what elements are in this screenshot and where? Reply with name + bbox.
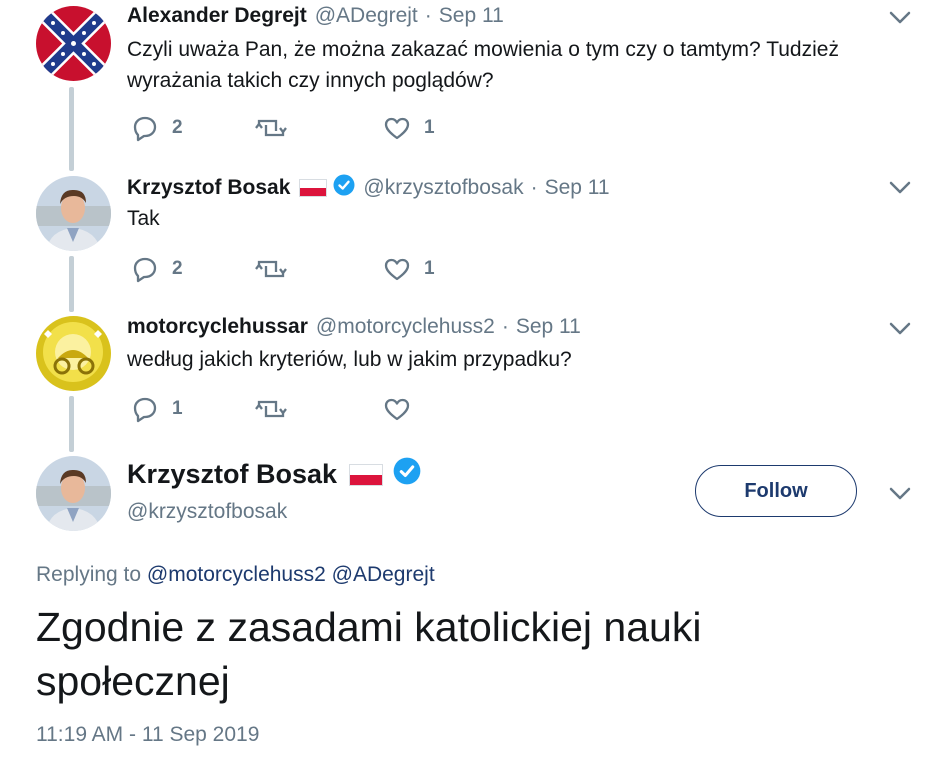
avatar-krzysztofbosak[interactable] [36,176,111,251]
separator-dot: · [530,176,538,199]
reply-icon [133,257,157,283]
chevron-down-icon[interactable] [888,10,912,31]
reply-count: 2 [172,258,183,279]
reply-icon [133,116,157,142]
author-handle[interactable]: @ADegrejt [315,4,418,28]
tweet-header: Alexander Degrejt @ADegrejt · Sep 11 [127,4,504,28]
person-photo-avatar [36,456,111,531]
retweet-button[interactable] [255,114,300,142]
retweet-icon [255,400,287,418]
replying-to-line: Replying to @motorcyclehuss2 @ADegrejt [36,563,435,587]
tweet-header: motorcyclehussar @motorcyclehuss2 · Sep … [127,315,581,339]
poland-flag-icon [299,179,328,197]
avatar-main-krzysztofbosak[interactable] [36,456,111,531]
tweet-text: Czyli uważa Pan, że można zakazać mowien… [127,38,839,92]
reply-button[interactable]: 2 [131,255,183,283]
like-button[interactable] [383,395,424,423]
poland-flag-icon [349,463,384,486]
separator-dot: · [501,315,509,338]
tweet-text: Tak [127,207,160,230]
author-handle[interactable]: @motorcyclehuss2 [316,315,495,339]
author-handle[interactable]: @krzysztofbosak [363,176,523,200]
retweet-icon [255,260,287,278]
main-tweet-timestamp[interactable]: 11:19 AM - 11 Sep 2019 [36,723,259,747]
verified-badge-icon [333,174,355,202]
confederate-flag-avatar [36,6,111,81]
person-photo-avatar [36,176,111,251]
reply-icon [133,397,157,423]
author-name[interactable]: Alexander Degrejt [127,4,307,28]
main-author-handle[interactable]: @krzysztofbosak [127,500,287,524]
like-count: 1 [424,117,435,138]
avatar-motorcyclehussar[interactable] [36,316,111,391]
author-name[interactable]: Krzysztof Bosak [127,176,290,200]
retweet-button[interactable] [255,395,300,423]
tweet-date[interactable]: Sep 11 [439,4,504,28]
reply-mention-motorcyclehuss2[interactable]: @motorcyclehuss2 [147,563,326,586]
chevron-down-icon[interactable] [888,486,912,507]
avatar-adegrejt[interactable] [36,6,111,81]
reply-button[interactable]: 2 [131,114,183,142]
tweet-date[interactable]: Sep 11 [516,315,581,339]
retweet-button[interactable] [255,255,300,283]
thread-line [69,396,74,452]
follow-button[interactable]: Follow [695,465,857,517]
tweet-text: według jakich kryteriów, lub w jakim prz… [127,348,572,371]
like-icon [384,398,410,421]
main-author-name[interactable]: Krzysztof Bosak [127,459,337,490]
like-icon [384,117,410,140]
chevron-down-icon[interactable] [888,321,912,342]
motorcycle-emblem-avatar [36,316,111,391]
author-name[interactable]: motorcyclehussar [127,315,308,339]
chevron-down-icon[interactable] [888,180,912,201]
separator-dot: · [424,4,432,27]
main-author-name-row: Krzysztof Bosak [127,457,421,492]
reply-count: 2 [172,117,183,138]
like-button[interactable]: 1 [383,114,435,142]
main-tweet-text: Zgodnie z zasadami katolickiej nauki spo… [36,604,702,704]
like-count: 1 [424,258,435,279]
like-button[interactable]: 1 [383,255,435,283]
thread-line [69,256,74,312]
reply-button[interactable]: 1 [131,395,183,423]
reply-count: 1 [172,398,183,419]
verified-badge-icon [393,457,421,492]
retweet-icon [255,119,287,137]
replying-prefix: Replying to [36,563,142,586]
like-icon [384,258,410,281]
tweet-header: Krzysztof Bosak @krzysztofbosak · Sep 11 [127,174,610,202]
thread-line [69,87,74,171]
tweet-date[interactable]: Sep 11 [545,176,610,200]
reply-mention-adegrejt[interactable]: @ADegrejt [332,563,435,586]
